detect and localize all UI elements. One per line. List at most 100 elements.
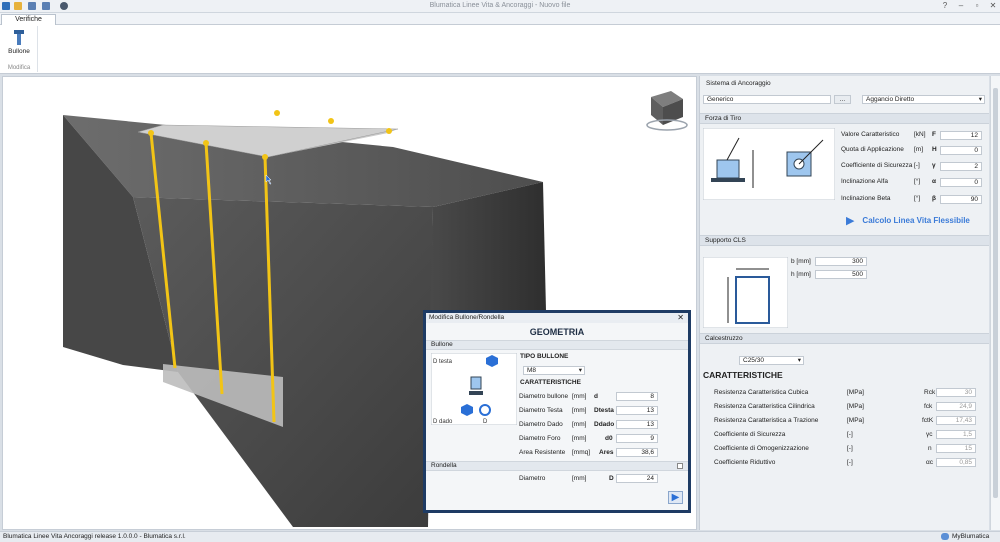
forza-sym-5: β — [932, 195, 936, 202]
bullone-button[interactable]: Bullone — [5, 28, 33, 58]
status-text: Blumatica Linee Vita Ancoraggi release 1… — [3, 533, 186, 540]
forza-label-5: Inclinazione Beta — [841, 195, 891, 202]
calcolo-button[interactable]: ▶ Calcolo Linea Vita Flessibile — [846, 214, 970, 227]
geo-unit-1: [mm] — [572, 393, 587, 400]
modifica-bullone-dialog: Modifica Bullone/Rondella ✕ GEOMETRIA Bu… — [423, 310, 691, 513]
confirm-play-button[interactable]: ▶ — [668, 491, 683, 504]
forza-sym-4: α — [932, 178, 936, 185]
forza-field-1[interactable]: 12 — [940, 131, 982, 140]
geo-unit-5: [mmq] — [572, 449, 591, 456]
dialog-title-text: Modifica Bullone/Rondella — [429, 314, 505, 321]
forza-field-5[interactable]: 90 — [940, 195, 982, 204]
geo-label-1: Diametro bullone — [519, 393, 569, 400]
play-icon: ▶ — [846, 215, 855, 227]
forza-field-2[interactable]: 0 — [940, 146, 982, 155]
window-title: Blumatica Linee Vita & Ancoraggi - Nuovo… — [429, 2, 571, 9]
cls-select[interactable]: C25/30 ▾ — [739, 356, 804, 365]
properties-panel: Sistema di Ancoraggio Generico ... Aggan… — [699, 76, 989, 530]
geo-sym-5: Ares — [599, 449, 614, 456]
geo-field-4[interactable]: 9 — [616, 434, 658, 443]
geo-unit-2: [mm] — [572, 407, 587, 414]
ddado-img-label: D dado — [433, 419, 453, 425]
tipo-bullone-label: TIPO BULLONE — [520, 353, 569, 360]
geo-label-5: Area Resistente — [519, 449, 566, 456]
supporto-label-h: h [mm] — [791, 271, 811, 278]
ribbon: Bullone Modifica — [0, 25, 1000, 74]
close-button[interactable]: ✕ — [986, 1, 1000, 11]
geo-field-2[interactable]: 13 — [616, 406, 658, 415]
cls-sym-3: fctK — [922, 417, 934, 424]
panel-scrollbar[interactable] — [990, 76, 1000, 530]
scrollbar-thumb[interactable] — [993, 88, 998, 498]
geo-label-2: Diametro Testa — [519, 407, 563, 414]
cls-label-2: Resistenza Caratteristica Cilindrica — [714, 403, 815, 410]
sistema-header: Sistema di Ancoraggio — [706, 80, 771, 87]
help-icon[interactable]: ? — [938, 1, 952, 11]
forza-field-3[interactable]: 2 — [940, 162, 982, 171]
cls-field-2: 24,9 — [936, 402, 976, 411]
tipo-bullone-value: M8 — [527, 367, 537, 374]
cls-value: C25/30 — [743, 357, 764, 364]
aggancio-select[interactable]: Aggancio Diretto ▾ — [862, 95, 985, 104]
bullone-label: Bullone — [8, 48, 30, 55]
geo-field-3[interactable]: 13 — [616, 420, 658, 429]
maximize-button[interactable]: ▫ — [970, 1, 984, 11]
supporto-diagram — [703, 257, 788, 328]
geo-field-5[interactable]: 38,6 — [616, 448, 658, 457]
geo-sym-3: Ddado — [594, 421, 615, 428]
supporto-field-b[interactable]: 300 — [815, 257, 867, 266]
cls-unit-6: [-] — [847, 459, 853, 466]
forza-unit-1: [kN] — [914, 131, 926, 138]
supporto-header: Supporto CLS — [700, 235, 989, 246]
forza-unit-5: [°] — [914, 195, 921, 202]
geo-label-4: Diametro Foro — [519, 435, 561, 442]
rondella-checkbox[interactable] — [677, 463, 683, 469]
cls-field-4: 1,5 — [936, 430, 976, 439]
calcestruzzo-header: Calcestruzzo — [700, 333, 989, 344]
ribbon-tabs: Verifiche Strutturali — [0, 13, 1000, 33]
forza-label-4: Inclinazione Alfa — [841, 178, 888, 185]
geo-unit-3: [mm] — [572, 421, 587, 428]
forza-unit-3: [-] — [914, 162, 920, 169]
cloud-icon — [941, 533, 949, 540]
rondella-sym: D — [609, 475, 614, 482]
forza-field-4[interactable]: 0 — [940, 178, 982, 187]
aggancio-value: Aggancio Diretto — [866, 96, 915, 103]
bullone-section: Bullone — [426, 340, 688, 350]
cls-label-5: Coefficiente di Omogenizzazione — [714, 445, 809, 452]
close-icon[interactable]: ✕ — [677, 313, 684, 323]
browse-button[interactable]: ... — [834, 95, 851, 104]
geo-unit-4: [mm] — [572, 435, 587, 442]
cls-unit-4: [-] — [847, 431, 853, 438]
sistema-field[interactable]: Generico — [703, 95, 831, 104]
cls-label-1: Resistenza Caratteristica Cubica — [714, 389, 809, 396]
chevron-down-icon: ▾ — [978, 96, 982, 103]
rondella-section: Rondella — [426, 461, 688, 471]
status-bar: Blumatica Linee Vita Ancoraggi release 1… — [0, 531, 1000, 542]
cls-sym-5: n — [928, 445, 932, 452]
tab-verifiche-strutturali[interactable]: Verifiche Strutturali — [1, 14, 56, 33]
rondella-section-label: Rondella — [431, 462, 457, 469]
forza-label-1: Valore Caratteristico — [841, 131, 900, 138]
forza-sym-2: H — [932, 146, 937, 153]
cls-unit-3: [MPa] — [847, 417, 864, 424]
minimize-button[interactable]: – — [954, 1, 968, 11]
forza-unit-4: [°] — [914, 178, 921, 185]
cls-sym-1: Rck — [924, 389, 936, 396]
geo-sym-4: d0 — [605, 435, 613, 442]
rondella-field[interactable]: 24 — [616, 474, 658, 483]
cls-sym-6: αc — [926, 459, 934, 466]
geo-field-1[interactable]: 8 — [616, 392, 658, 401]
supporto-field-h[interactable]: 500 — [815, 270, 867, 279]
cls-field-5: 15 — [936, 444, 976, 453]
tipo-bullone-select[interactable]: M8 ▾ — [523, 366, 585, 375]
supporto-label-b: b [mm] — [791, 258, 811, 265]
myblumatica-link[interactable]: MyBlumatica — [952, 533, 989, 540]
cls-sym-2: fck — [924, 403, 933, 410]
navigation-cube-icon[interactable] — [646, 91, 688, 131]
cls-label-4: Coefficiente di Sicurezza — [714, 431, 786, 438]
geometria-heading: GEOMETRIA — [529, 327, 585, 337]
geo-sym-2: Dtesta — [594, 407, 614, 414]
forza-sym-1: F — [932, 131, 936, 138]
forza-unit-2: [m] — [914, 146, 924, 153]
